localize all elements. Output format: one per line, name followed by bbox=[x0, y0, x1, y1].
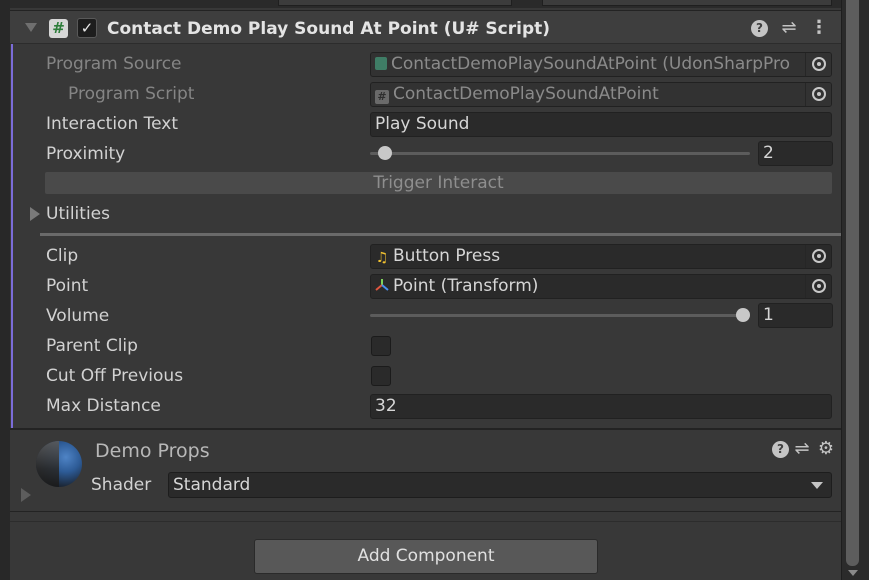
scroll-down-icon[interactable] bbox=[848, 570, 858, 576]
cut-off-previous-label: Cut Off Previous bbox=[46, 366, 184, 386]
audio-clip-icon: ♫ bbox=[375, 250, 389, 266]
add-component-button[interactable]: Add Component bbox=[254, 539, 598, 574]
point-value: Point (Transform) bbox=[393, 276, 539, 296]
help-icon[interactable]: ? bbox=[772, 441, 789, 458]
section-divider bbox=[10, 428, 841, 430]
transform-icon bbox=[375, 278, 389, 292]
divider bbox=[10, 521, 841, 522]
volume-label: Volume bbox=[46, 306, 110, 326]
chevron-down-icon bbox=[811, 482, 823, 489]
object-picker-button[interactable] bbox=[805, 83, 831, 106]
top-tab bbox=[278, 0, 512, 6]
object-picker-icon bbox=[812, 57, 826, 71]
udon-asset-icon bbox=[375, 57, 387, 70]
shader-value: Standard bbox=[173, 475, 251, 495]
proximity-slider-knob[interactable] bbox=[378, 146, 392, 160]
program-source-field[interactable]: ContactDemoPlaySoundAtPoint (UdonSharpPr… bbox=[370, 52, 832, 77]
trigger-interact-button[interactable]: Trigger Interact bbox=[45, 172, 832, 194]
fold-closed-icon[interactable] bbox=[21, 488, 31, 502]
component-title: Contact Demo Play Sound At Point (U# Scr… bbox=[107, 19, 551, 39]
component-enabled-checkbox[interactable]: ✓ bbox=[77, 18, 97, 38]
gear-icon[interactable]: ⚙ bbox=[816, 439, 836, 459]
clip-value: Button Press bbox=[393, 246, 501, 266]
program-script-label: Program Script bbox=[68, 84, 195, 104]
point-label: Point bbox=[46, 276, 89, 296]
object-picker-icon bbox=[812, 87, 826, 101]
proximity-value-input[interactable]: 2 bbox=[758, 141, 833, 166]
top-tab bbox=[542, 0, 832, 6]
object-picker-button[interactable] bbox=[805, 53, 831, 76]
program-source-label: Program Source bbox=[46, 54, 182, 74]
volume-slider-track[interactable] bbox=[370, 314, 750, 317]
kebab-menu-icon[interactable]: ⋮ bbox=[809, 18, 829, 38]
interaction-text-input[interactable]: Play Sound bbox=[370, 112, 832, 137]
sliders-icon[interactable]: ⇌ bbox=[779, 18, 799, 38]
section-separator bbox=[40, 233, 841, 236]
component-header[interactable]: # ✓ Contact Demo Play Sound At Point (U#… bbox=[10, 10, 841, 44]
scrollbar-thumb[interactable] bbox=[846, 0, 859, 566]
program-script-value: ContactDemoPlaySoundAtPoint bbox=[393, 84, 659, 104]
help-icon[interactable]: ? bbox=[751, 20, 768, 37]
clip-field[interactable]: ♫ Button Press bbox=[370, 244, 832, 269]
point-field[interactable]: Point (Transform) bbox=[370, 274, 832, 299]
vertical-scrollbar[interactable] bbox=[841, 0, 869, 580]
sliders-icon[interactable]: ⇌ bbox=[792, 439, 812, 459]
volume-value-input[interactable]: 1 bbox=[758, 303, 833, 328]
utilities-foldout[interactable]: Utilities bbox=[46, 204, 110, 224]
interaction-text-label: Interaction Text bbox=[46, 114, 179, 134]
object-picker-icon bbox=[812, 279, 826, 293]
parent-clip-label: Parent Clip bbox=[46, 336, 138, 356]
fold-open-icon[interactable] bbox=[25, 23, 37, 32]
component-accent-bar bbox=[11, 44, 13, 428]
top-strip bbox=[10, 0, 841, 8]
program-source-value: ContactDemoPlaySoundAtPoint (UdonSharpPr… bbox=[391, 54, 791, 74]
object-picker-button[interactable] bbox=[805, 275, 831, 298]
object-picker-button[interactable] bbox=[805, 245, 831, 268]
parent-clip-checkbox[interactable] bbox=[371, 336, 391, 356]
shader-dropdown[interactable]: Standard bbox=[168, 472, 832, 498]
csharp-script-icon: # bbox=[375, 90, 389, 104]
program-script-field[interactable]: # ContactDemoPlaySoundAtPoint bbox=[370, 82, 832, 107]
material-name: Demo Props bbox=[95, 440, 210, 462]
cut-off-previous-checkbox[interactable] bbox=[371, 366, 391, 386]
object-picker-icon bbox=[812, 249, 826, 263]
proximity-slider-track[interactable] bbox=[370, 152, 750, 155]
clip-label: Clip bbox=[46, 246, 79, 266]
max-distance-input[interactable]: 32 bbox=[370, 394, 832, 419]
volume-slider-knob[interactable] bbox=[736, 308, 750, 322]
divider bbox=[10, 511, 841, 512]
max-distance-label: Max Distance bbox=[46, 396, 161, 416]
fold-closed-icon[interactable] bbox=[30, 207, 40, 221]
shader-label: Shader bbox=[91, 475, 152, 495]
material-preview bbox=[36, 441, 82, 487]
proximity-label: Proximity bbox=[46, 144, 126, 164]
inspector-panel: # ✓ Contact Demo Play Sound At Point (U#… bbox=[10, 0, 841, 580]
csharp-hash-icon: # bbox=[49, 19, 68, 38]
